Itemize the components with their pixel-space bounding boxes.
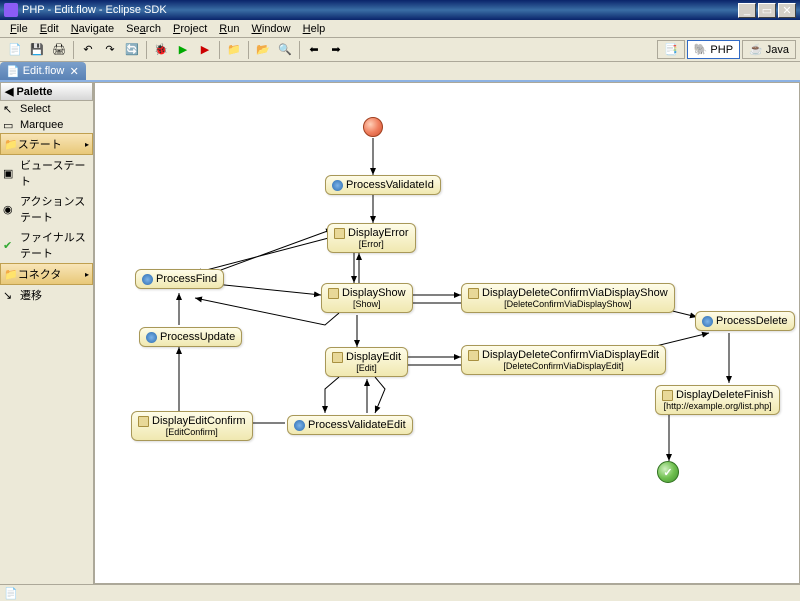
menu-bar: File Edit Navigate Search Project Run Wi… [0,20,800,38]
node-display-error[interactable]: DisplayError [Error] [327,223,416,253]
view-icon [334,228,345,239]
view-icon [468,288,479,299]
menu-edit[interactable]: Edit [34,21,65,37]
perspective-php[interactable]: 🐘 PHP [687,40,740,59]
minimize-button[interactable]: _ [738,3,756,18]
app-icon [4,3,18,17]
process-icon [142,274,153,285]
node-display-delete-confirm-edit[interactable]: DisplayDeleteConfirmViaDisplayEdit [Dele… [461,345,666,375]
debug-button[interactable]: 🐞 [151,40,171,60]
end-node[interactable]: ✓ [657,461,679,483]
toolbar: 📄 💾 🖨 ↶ ↷ 🔄 🐞 ▶ ▶ 📁 📂 🔍 ⬅ ➡ 📑 🐘 PHP ☕ Ja… [0,38,800,62]
close-button[interactable]: ✕ [778,3,796,18]
process-icon [294,420,305,431]
node-display-delete-confirm-show[interactable]: DisplayDeleteConfirmViaDisplayShow [Dele… [461,283,675,313]
final-state-icon: ✔ [3,239,17,251]
palette-final-state[interactable]: ✔ ファイナルステート [0,227,93,263]
node-display-edit-confirm[interactable]: DisplayEditConfirm [EditConfirm] [131,411,253,441]
search-button[interactable]: 🔍 [275,40,295,60]
palette-panel: ◀Palette ↖ Select ▭ Marquee 📁 ステート ▸ ▣ ビ… [0,82,94,584]
run-button[interactable]: ▶ [173,40,193,60]
tab-editflow[interactable]: 📄 Edit.flow ✕ [0,62,86,80]
file-icon: 📄 [6,65,20,78]
perspective-java[interactable]: ☕ Java [742,40,796,59]
menu-window[interactable]: Window [245,21,296,37]
palette-action-state[interactable]: ◉ アクションステート [0,191,93,227]
tab-label: Edit.flow [23,65,65,77]
node-display-edit[interactable]: DisplayEdit [Edit] [325,347,408,377]
new-folder-button[interactable]: 📁 [224,40,244,60]
menu-navigate[interactable]: Navigate [65,21,120,37]
palette-group-state[interactable]: 📁 ステート ▸ [0,133,93,155]
node-process-delete[interactable]: ProcessDelete [695,311,795,331]
status-bar: 📄 [0,584,800,601]
palette-select[interactable]: ↖ Select [0,101,93,117]
palette-transition[interactable]: ↘ 遷移 [0,285,93,305]
cursor-icon: ↖ [3,103,17,115]
workspace: ◀Palette ↖ Select ▭ Marquee 📁 ステート ▸ ▣ ビ… [0,82,800,584]
window-title: PHP - Edit.flow - Eclipse SDK [22,4,738,16]
chevron-right-icon: ▸ [85,140,89,149]
process-icon [146,332,157,343]
undo-button[interactable]: ↶ [78,40,98,60]
status-icon: 📄 [4,587,18,600]
start-node[interactable] [363,117,383,137]
node-process-validate-id[interactable]: ProcessValidateId [325,175,441,195]
menu-file[interactable]: File [4,21,34,37]
maximize-button[interactable]: ▭ [758,3,776,18]
transition-icon: ↘ [3,289,17,301]
save-button[interactable]: 💾 [27,40,47,60]
palette-marquee[interactable]: ▭ Marquee [0,117,93,133]
menu-project[interactable]: Project [167,21,213,37]
flow-canvas[interactable]: ProcessValidateId DisplayError [Error] P… [94,82,800,584]
palette-group-connector[interactable]: 📁 コネクタ ▸ [0,263,93,285]
menu-run[interactable]: Run [213,21,245,37]
folder-icon: 📁 [4,138,18,151]
marquee-icon: ▭ [3,119,17,131]
nav-back-button[interactable]: ⬅ [304,40,324,60]
node-process-update[interactable]: ProcessUpdate [139,327,242,347]
new-button[interactable]: 📄 [5,40,25,60]
title-bar: PHP - Edit.flow - Eclipse SDK _ ▭ ✕ [0,0,800,20]
process-icon [332,180,343,191]
redo-button[interactable]: ↷ [100,40,120,60]
nav-fwd-button[interactable]: ➡ [326,40,346,60]
view-icon [662,390,673,401]
close-icon[interactable]: ✕ [68,65,80,77]
menu-help[interactable]: Help [297,21,332,37]
open-type-button[interactable]: 📂 [253,40,273,60]
palette-title: ◀Palette [0,82,93,101]
node-display-show[interactable]: DisplayShow [Show] [321,283,413,313]
palette-view-state[interactable]: ▣ ビューステート [0,155,93,191]
view-icon [138,416,149,427]
view-icon [328,288,339,299]
refresh-button[interactable]: 🔄 [122,40,142,60]
perspective-switcher: 📑 🐘 PHP ☕ Java [655,40,796,59]
view-icon [332,352,343,363]
editor-tabs: 📄 Edit.flow ✕ [0,62,800,82]
view-icon [468,350,479,361]
action-state-icon: ◉ [3,203,17,215]
perspective-open[interactable]: 📑 [657,40,685,59]
view-state-icon: ▣ [3,167,17,179]
chevron-right-icon: ▸ [85,270,89,279]
process-icon [702,316,713,327]
print-button[interactable]: 🖨 [49,40,69,60]
run-ext-button[interactable]: ▶ [195,40,215,60]
menu-search[interactable]: Search [120,21,167,37]
node-process-find[interactable]: ProcessFind [135,269,224,289]
window-controls: _ ▭ ✕ [738,3,796,18]
node-display-delete-finish[interactable]: DisplayDeleteFinish [http://example.org/… [655,385,780,415]
folder-icon: 📁 [4,268,18,281]
node-process-validate-edit[interactable]: ProcessValidateEdit [287,415,413,435]
